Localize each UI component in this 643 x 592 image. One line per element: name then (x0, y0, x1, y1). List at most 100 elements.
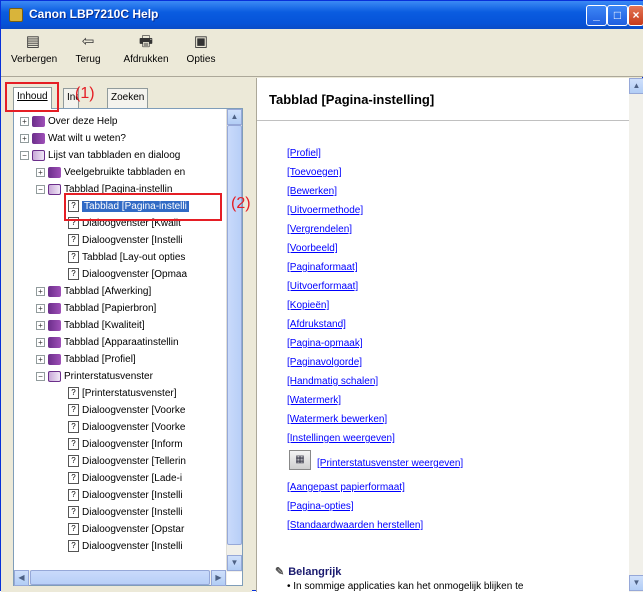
link-kopieen[interactable]: [Kopieën] (287, 300, 329, 311)
expand-icon[interactable]: + (36, 303, 45, 313)
options-button[interactable]: ▣ Opties (185, 33, 217, 73)
tree-node[interactable]: ? Dialoogvenster [Instelli (68, 488, 183, 504)
window-title: Canon LBP7210C Help (29, 7, 159, 21)
collapse-icon[interactable]: − (36, 371, 45, 381)
tree-node[interactable]: + Veelgebruikte tabbladen en (36, 165, 185, 181)
link-aangepast-papierformaat[interactable]: [Aangepast papierformaat] (287, 482, 405, 493)
book-icon (48, 302, 61, 314)
open-book-icon (48, 370, 61, 382)
tree-node[interactable]: + Over deze Help (20, 114, 117, 130)
link-paginaformaat[interactable]: [Paginaformaat] (287, 262, 358, 273)
scroll-down-icon[interactable]: ▼ (629, 575, 643, 591)
hide-button[interactable]: ▤ Verbergen (11, 33, 57, 73)
help-window: Canon LBP7210C Help _ □ × ▤ Verbergen ⇦ … (0, 0, 643, 592)
tree-horizontal-scrollbar[interactable]: ◀ ▶ (14, 570, 227, 586)
link-voorbeeld[interactable]: [Voorbeeld] (287, 243, 338, 254)
help-app-icon (9, 8, 23, 22)
link-pagina-opmaak[interactable]: [Pagina-opmaak] (287, 338, 363, 349)
minimize-button[interactable]: _ (586, 5, 607, 26)
important-text-value: In sommige applicaties kan het onmogelij… (293, 581, 524, 592)
scroll-thumb-horizontal[interactable] (30, 570, 210, 585)
tree-node[interactable]: ? Dialoogvenster [Tellerin (68, 454, 186, 470)
scroll-up-icon[interactable]: ▲ (629, 78, 643, 94)
print-button[interactable]: 🖶 Afdrukken (119, 33, 173, 73)
tree-node[interactable]: + Tabblad [Papierbron] (36, 301, 156, 317)
tree-node[interactable]: ? Dialoogvenster [Instelli (68, 505, 183, 521)
tree-node[interactable]: ? Dialoogvenster [Instelli (68, 539, 183, 555)
link-bewerken[interactable]: [Bewerken] (287, 186, 337, 197)
link-afdrukstand[interactable]: [Afdrukstand] (287, 319, 346, 330)
book-icon (48, 353, 61, 365)
scroll-up-icon[interactable]: ▲ (227, 109, 242, 125)
link-uitvoerformaat[interactable]: [Uitvoerformaat] (287, 281, 358, 292)
printer-icon: 🖶 (138, 33, 154, 50)
tree-node[interactable]: ? Dialoogvenster [Inform (68, 437, 183, 453)
scroll-down-icon[interactable]: ▼ (227, 555, 242, 571)
toolbar: ▤ Verbergen ⇦ Terug 🖶 Afdrukken ▣ Opties (1, 29, 643, 77)
link-watermerk-bewerken[interactable]: [Watermerk bewerken] (287, 414, 387, 425)
link-vergrendelen[interactable]: [Vergrendelen] (287, 224, 352, 235)
tree-node[interactable]: + Tabblad [Afwerking] (36, 284, 151, 300)
pencil-icon: ✎ (275, 566, 285, 578)
scroll-thumb[interactable] (227, 125, 242, 545)
tree-node[interactable]: − Printerstatusvenster (36, 369, 153, 385)
link-toevoegen[interactable]: [Toevoegen] (287, 167, 342, 178)
expand-icon[interactable]: + (36, 167, 45, 177)
tree-vertical-scrollbar[interactable]: ▲ ▼ (226, 109, 242, 572)
print-label: Afdrukken (123, 54, 169, 65)
link-standaardwaarden[interactable]: [Standaardwaarden herstellen] (287, 520, 423, 531)
printer-status-button-icon: ▦ (289, 450, 311, 470)
link-instellingen-weergeven[interactable]: [Instellingen weergeven] (287, 433, 395, 444)
link-paginavolgorde[interactable]: [Paginavolgorde] (287, 357, 362, 368)
link-profiel[interactable]: [Profiel] (287, 148, 321, 159)
collapse-icon[interactable]: − (20, 150, 29, 160)
tree-node[interactable]: ? Dialoogvenster [Opmaa (68, 267, 187, 283)
link-pagina-opties[interactable]: [Pagina-opties] (287, 501, 354, 512)
tree-node[interactable]: + Tabblad [Apparaatinstellin (36, 335, 179, 351)
expand-icon[interactable]: + (36, 354, 45, 364)
expand-icon[interactable]: + (36, 320, 45, 330)
tree-node[interactable]: ? Dialoogvenster [Lade-i (68, 471, 182, 487)
help-page-icon: ? (68, 268, 79, 281)
important-heading-text: Belangrijk (288, 566, 342, 578)
expand-icon[interactable]: + (20, 133, 29, 143)
tree-node[interactable]: − Lijst van tabbladen en dialoog (20, 148, 180, 164)
important-text: • In sommige applicaties kan het onmogel… (287, 581, 524, 592)
tree-node[interactable]: ? Tabblad [Lay-out opties (68, 250, 185, 266)
tree-node[interactable]: + Tabblad [Kwaliteit] (36, 318, 145, 334)
callout-label-2: (2) (231, 195, 251, 212)
tree-node[interactable]: ? [Printerstatusvenster] (68, 386, 176, 402)
link-watermerk[interactable]: [Watermerk] (287, 395, 341, 406)
maximize-button[interactable]: □ (607, 5, 628, 26)
page-title: Tabblad [Pagina-instelling] (269, 92, 435, 107)
tab-search[interactable]: Zoeken (107, 88, 149, 108)
scroll-right-icon[interactable]: ▶ (211, 570, 226, 586)
content-vertical-scrollbar[interactable]: ▲ ▼ (629, 78, 643, 592)
expand-icon[interactable]: + (20, 116, 29, 126)
close-button[interactable]: × (628, 5, 643, 26)
back-label: Terug (75, 54, 101, 65)
tree-node[interactable]: ? Dialoogvenster [Voorke (68, 420, 185, 436)
expand-icon[interactable]: + (36, 337, 45, 347)
scroll-left-icon[interactable]: ◀ (14, 570, 29, 586)
tree-node[interactable]: ? Dialoogvenster [Voorke (68, 403, 185, 419)
expand-icon[interactable]: + (36, 286, 45, 296)
help-page-icon: ? (68, 540, 79, 553)
callout-box-2 (64, 193, 222, 221)
link-printerstatusvenster[interactable]: [Printerstatusvenster weergeven] (317, 458, 463, 469)
help-page-icon: ? (68, 251, 79, 264)
help-page-icon: ? (68, 489, 79, 502)
title-bar[interactable]: Canon LBP7210C Help _ □ × (1, 1, 643, 29)
tree-node[interactable]: ? Dialoogvenster [Instelli (68, 233, 183, 249)
back-button[interactable]: ⇦ Terug (73, 33, 103, 73)
link-handmatig-schalen[interactable]: [Handmatig schalen] (287, 376, 378, 387)
link-uitvoermethode[interactable]: [Uitvoermethode] (287, 205, 363, 216)
tree-node[interactable]: + Wat wilt u weten? (20, 131, 126, 147)
title-divider (257, 120, 629, 121)
tree-node[interactable]: ? Dialoogvenster [Opstar (68, 522, 184, 538)
collapse-icon[interactable]: − (36, 184, 45, 194)
tree-node[interactable]: + Tabblad [Profiel] (36, 352, 136, 368)
options-label: Opties (186, 54, 216, 65)
callout-box-1 (5, 82, 59, 112)
navigation-pane: Inhoud Index Zoeken (1) +Over deze Help … (1, 78, 252, 592)
